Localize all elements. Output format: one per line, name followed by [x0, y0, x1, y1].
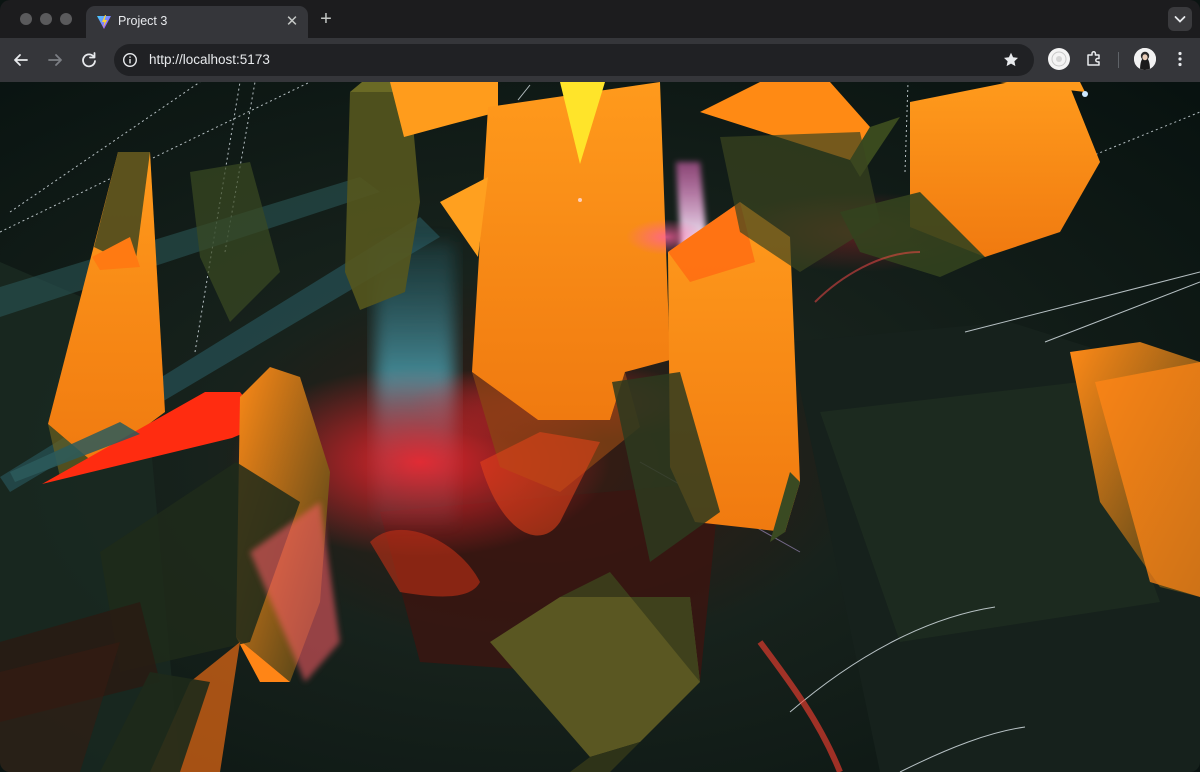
toolbar: http://localhost:5173: [0, 38, 1200, 82]
extension-button[interactable]: [1048, 48, 1070, 70]
tab-project-3[interactable]: Project 3 ✕: [86, 6, 308, 38]
info-icon[interactable]: [122, 52, 138, 68]
abstract-scene: [0, 82, 1200, 772]
minimize-window-button[interactable]: [40, 13, 52, 25]
zoom-window-button[interactable]: [60, 13, 72, 25]
star-icon[interactable]: [1002, 51, 1020, 69]
url-text[interactable]: http://localhost:5173: [149, 52, 270, 67]
reload-icon[interactable]: [78, 49, 100, 71]
close-window-button[interactable]: [20, 13, 32, 25]
close-icon[interactable]: ✕: [282, 12, 302, 32]
tab-search-button[interactable]: [1168, 7, 1192, 31]
browser-window: Project 3 ✕ + http://localhost:5173: [0, 0, 1200, 772]
arrow-right-icon[interactable]: [44, 49, 66, 71]
extension-icon: [1051, 51, 1067, 67]
tab-strip: Project 3 ✕ +: [0, 0, 1200, 38]
arrow-left-icon[interactable]: [10, 49, 32, 71]
avatar[interactable]: [1134, 48, 1156, 70]
webgl-canvas[interactable]: [0, 82, 1200, 772]
vite-logo-icon: [97, 15, 111, 29]
tab-title: Project 3: [118, 14, 168, 28]
kebab-menu-icon[interactable]: [1170, 49, 1190, 69]
puzzle-icon[interactable]: [1084, 49, 1104, 69]
toolbar-separator: [1118, 52, 1119, 68]
plus-icon[interactable]: +: [314, 8, 338, 30]
chevron-down-icon: [1174, 16, 1186, 23]
address-bar[interactable]: http://localhost:5173: [114, 44, 1034, 76]
profile-avatar-icon: [1134, 48, 1156, 70]
